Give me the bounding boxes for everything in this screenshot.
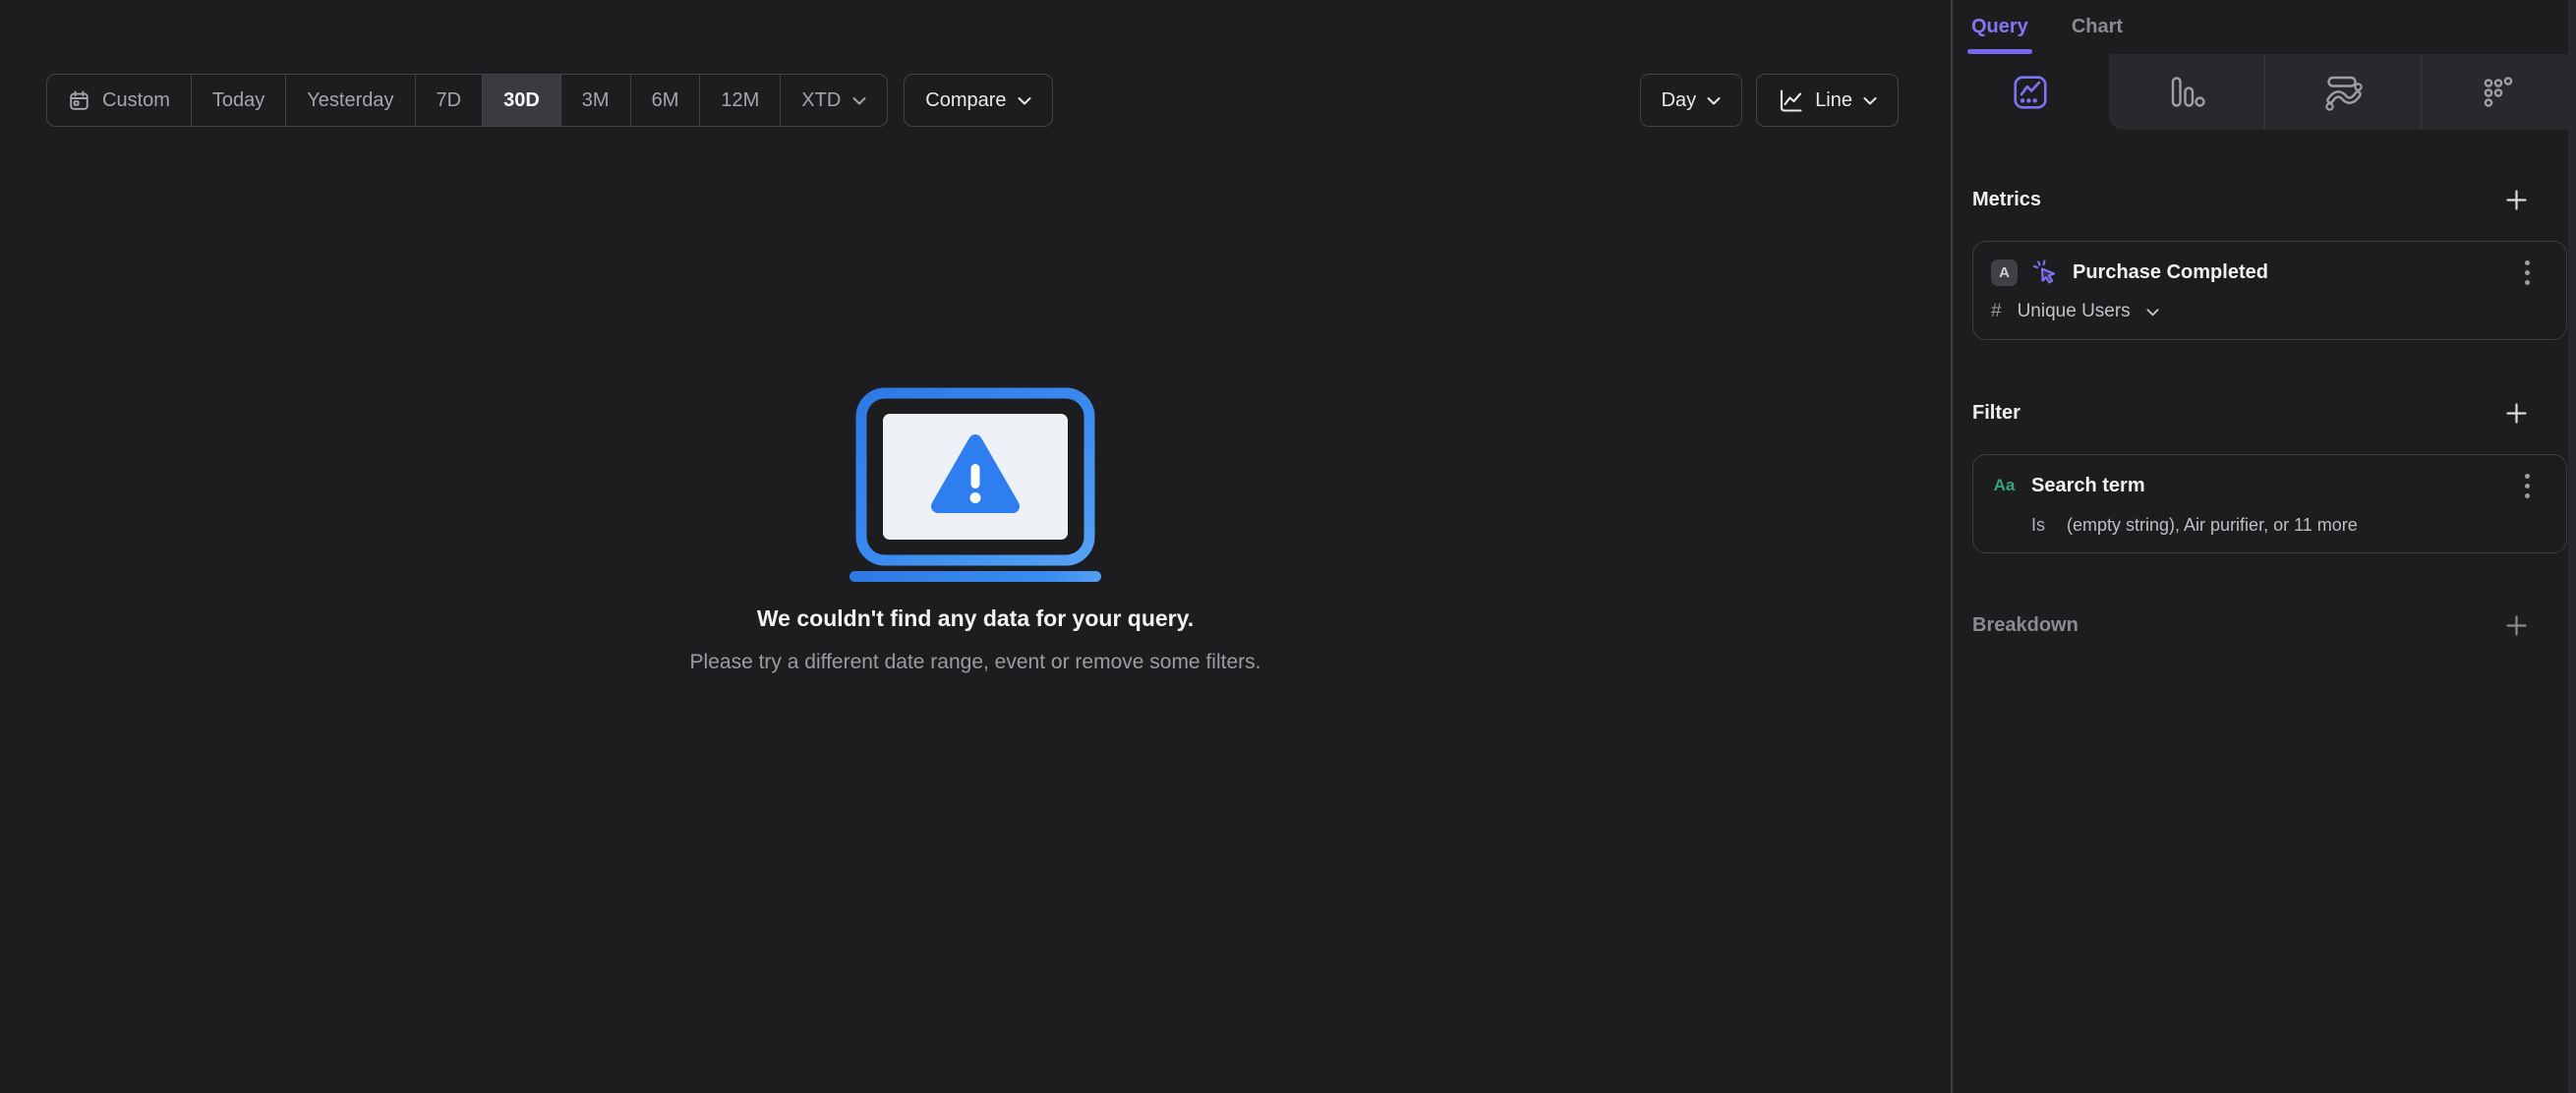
view-tab-retention[interactable] [2420,54,2576,130]
date-range-12m[interactable]: 12M [700,75,782,126]
tab-query[interactable]: Query [1967,0,2032,54]
filter-values: (empty string), Air purifier, or 11 more [2067,515,2358,535]
breakdown-section-header: Breakdown [1972,611,2567,639]
date-range-xtd[interactable]: XTD [781,75,887,126]
chevron-down-icon [1707,96,1721,105]
metric-letter-badge: A [1991,259,2018,286]
filter-card[interactable]: Aa Search term Is (empty string), Air pu… [1972,454,2567,553]
report-toolbar: Custom Today Yesterday 7D 30D 3M 6M 12M … [46,74,1899,127]
date-controls: Custom Today Yesterday 7D 30D 3M 6M 12M … [46,74,1053,127]
app-window: Custom Today Yesterday 7D 30D 3M 6M 12M … [0,0,2576,1093]
breakdown-heading: Breakdown [1972,613,2078,636]
date-range-7d[interactable]: 7D [416,75,484,126]
date-range-label: 7D [436,88,462,111]
date-range-label: 30D [503,88,540,111]
chevron-down-icon [1863,96,1877,105]
date-range-label: Custom [102,88,170,111]
plus-icon [2503,187,2530,213]
chevron-down-icon [1018,96,1031,105]
plus-icon [2503,612,2530,639]
add-metric-button[interactable] [2502,186,2530,213]
filter-row: Aa Search term [1991,470,2533,501]
plus-icon [2503,400,2530,427]
kebab-menu-icon[interactable] [2522,257,2533,289]
filter-clause[interactable]: Is (empty string), Air purifier, or 11 m… [2031,515,2533,536]
add-breakdown-button[interactable] [2502,611,2530,639]
report-canvas: Custom Today Yesterday 7D 30D 3M 6M 12M … [0,0,1951,1093]
aggregation-label: Unique Users [2017,301,2131,321]
analysis-type-tabs [1953,54,2576,130]
text-property-icon: Aa [1993,476,2016,494]
date-range-30d[interactable]: 30D [483,75,561,126]
date-range-label: 12M [721,88,760,111]
date-range-3m[interactable]: 3M [561,75,631,126]
date-range-custom[interactable]: Custom [47,75,192,126]
calendar-icon [68,89,90,112]
date-range-yesterday[interactable]: Yesterday [286,75,416,126]
empty-state-title: We couldn't find any data for your query… [756,605,1195,631]
compare-button[interactable]: Compare [904,74,1053,127]
add-filter-button[interactable] [2502,399,2530,427]
tab-label: Query [1971,16,2028,37]
chart-controls: Day Line [1639,74,1899,127]
granularity-label: Day [1661,88,1697,111]
chevron-down-icon [2146,308,2159,316]
granularity-button[interactable]: Day [1639,74,1743,127]
date-range-segmented-control: Custom Today Yesterday 7D 30D 3M 6M 12M … [46,74,889,127]
date-range-today[interactable]: Today [192,75,287,126]
insights-icon [2011,73,2050,112]
chart-type-button[interactable]: Line [1756,74,1899,127]
sidebar-tab-bar: Query Chart [1953,0,2576,54]
view-tab-insights[interactable] [1953,54,2109,130]
tab-label: Chart [2071,16,2124,37]
empty-state: We couldn't find any data for your query… [0,386,1951,675]
query-panel: Metrics A Purchase Completed # Unique Us… [1953,130,2576,1093]
tab-chart[interactable]: Chart [2072,0,2123,54]
date-range-label: Yesterday [307,88,394,111]
filter-operator: Is [2031,515,2046,535]
date-range-6m[interactable]: 6M [631,75,701,126]
flows-icon [2323,74,2363,111]
date-range-label: XTD [801,88,842,111]
empty-state-subtitle: Please try a different date range, event… [689,651,1261,673]
hash-symbol: # [1991,301,2002,321]
filter-section-header: Filter [1972,399,2567,427]
cursor-click-icon [2031,259,2059,286]
warning-laptop-illustration [846,386,1105,583]
aggregation-selector[interactable]: # Unique Users [1991,301,2533,322]
metric-row: A Purchase Completed [1991,257,2533,288]
chart-type-label: Line [1815,88,1852,111]
metrics-heading: Metrics [1972,188,2042,210]
view-tab-flows[interactable] [2264,54,2421,130]
funnels-icon [2167,75,2206,110]
chevron-down-icon [852,96,866,105]
date-range-label: Today [211,88,265,111]
query-builder-sidebar: Query Chart Metrics A Purchase Completed… [1951,0,2576,1093]
kebab-menu-icon[interactable] [2522,470,2533,502]
metric-event-name[interactable]: Purchase Completed [2073,261,2508,284]
retention-icon [2481,75,2516,110]
metrics-section-header: Metrics [1972,186,2567,213]
metric-card[interactable]: A Purchase Completed # Unique Users [1972,241,2567,340]
line-chart-icon [1778,87,1804,114]
filter-property-name[interactable]: Search term [2031,475,2508,497]
date-range-label: 6M [651,88,679,111]
date-range-label: 3M [581,88,610,111]
filter-heading: Filter [1972,401,2020,424]
view-tab-funnels[interactable] [2108,54,2264,130]
compare-label: Compare [925,88,1007,111]
